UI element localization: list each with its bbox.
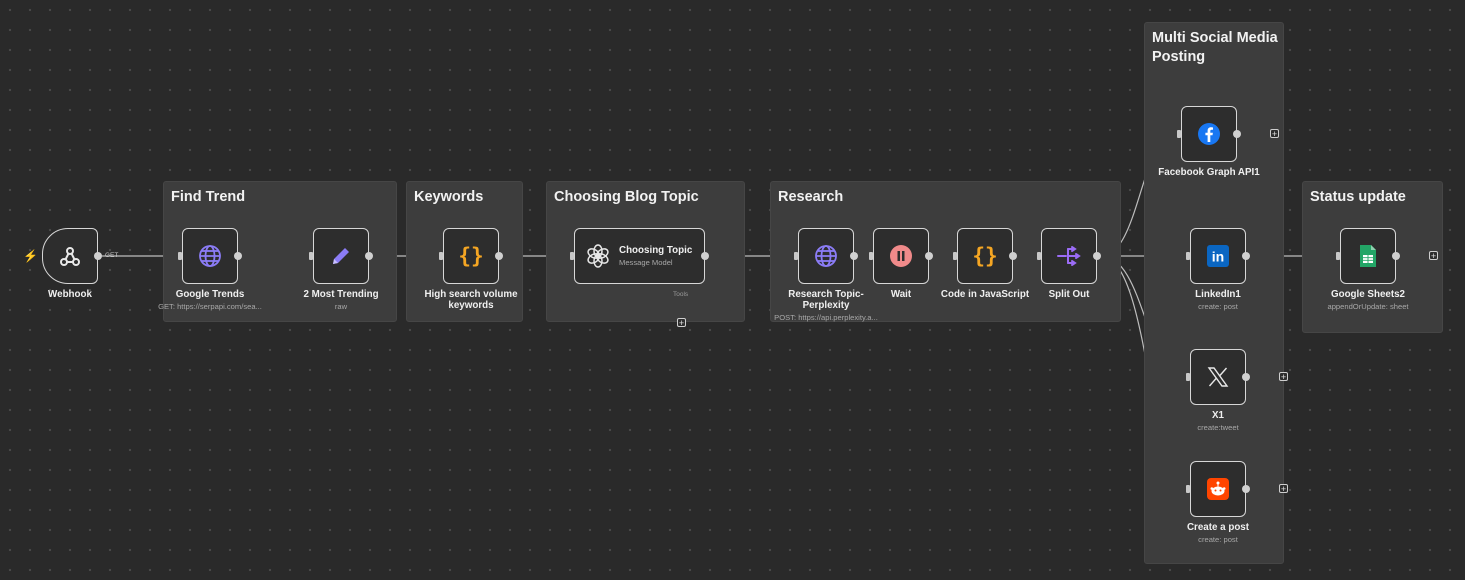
- group-title: Status update: [1310, 189, 1406, 205]
- output-handle[interactable]: [701, 252, 709, 260]
- globe-icon: [197, 243, 223, 269]
- reddit-icon: [1205, 476, 1231, 502]
- add-node-button[interactable]: +: [1279, 484, 1288, 494]
- node-research-topic-perplexity[interactable]: [798, 228, 854, 284]
- add-node-button[interactable]: +: [1429, 251, 1438, 261]
- node-subtitle: appendOrUpdate: sheet: [1327, 302, 1409, 311]
- node-label: Split Out: [1048, 289, 1090, 300]
- output-handle[interactable]: [1392, 252, 1400, 260]
- node-webhook[interactable]: [42, 228, 98, 284]
- node-wait[interactable]: [873, 228, 929, 284]
- group-title: Keywords: [414, 189, 484, 205]
- output-handle[interactable]: [1009, 252, 1017, 260]
- node-subtitle: create: post: [1198, 302, 1238, 311]
- node-google-trends[interactable]: [182, 228, 238, 284]
- node-create-a-post[interactable]: [1190, 461, 1246, 517]
- node-label: LinkedIn1: [1195, 289, 1241, 300]
- facebook-icon: [1196, 121, 1222, 147]
- node-label: Google Sheets2: [1330, 289, 1406, 300]
- node-google-sheets2[interactable]: [1340, 228, 1396, 284]
- node-label: Facebook Graph API1: [1158, 167, 1260, 178]
- code-braces-icon: {}: [458, 244, 484, 268]
- output-handle[interactable]: [94, 252, 102, 260]
- pause-icon: [888, 243, 914, 269]
- edge-label-get: GET: [105, 252, 119, 259]
- add-node-button[interactable]: +: [1270, 129, 1279, 139]
- output-handle[interactable]: [1242, 485, 1250, 493]
- output-handle[interactable]: [1093, 252, 1101, 260]
- node-code-in-javascript[interactable]: {}: [957, 228, 1013, 284]
- globe-icon: [813, 243, 839, 269]
- output-handle[interactable]: [925, 252, 933, 260]
- node-subtitle: create: post: [1198, 535, 1238, 544]
- output-handle[interactable]: [234, 252, 242, 260]
- svg-text:in: in: [1212, 249, 1224, 265]
- group-title: Multi Social Media Posting: [1152, 30, 1278, 65]
- node-2-most-trending[interactable]: [313, 228, 369, 284]
- output-handle[interactable]: [365, 252, 373, 260]
- pencil-icon: [328, 243, 354, 269]
- output-handle[interactable]: [1233, 130, 1241, 138]
- code-braces-icon: {}: [972, 244, 998, 268]
- group-title: Choosing Blog Topic: [554, 189, 699, 205]
- output-handle[interactable]: [1242, 252, 1250, 260]
- node-subtitle: POST: https://api.perplexity.a...: [774, 313, 878, 322]
- node-subtitle: Message Model: [619, 257, 673, 267]
- tools-connector-label: Tools: [673, 291, 689, 298]
- split-icon: [1056, 243, 1082, 269]
- add-node-button[interactable]: +: [1279, 372, 1288, 382]
- node-choosing-topic[interactable]: Choosing Topic Message Model: [574, 228, 705, 284]
- node-label: High search volume keywords: [424, 289, 518, 311]
- node-x1[interactable]: [1190, 349, 1246, 405]
- group-title: Research: [778, 189, 844, 205]
- add-tool-button[interactable]: +: [677, 318, 686, 328]
- google-sheets-icon: [1355, 243, 1381, 269]
- node-split-out[interactable]: [1041, 228, 1097, 284]
- node-label: Choosing Topic: [619, 244, 693, 256]
- node-subtitle: create:tweet: [1197, 423, 1239, 432]
- trigger-bolt-icon: ⚡: [23, 249, 38, 263]
- node-label: Create a post: [1186, 522, 1250, 533]
- group-title: Find Trend: [171, 189, 246, 205]
- node-high-search-volume-keywords[interactable]: {}: [443, 228, 499, 284]
- node-facebook-graph-api1[interactable]: [1181, 106, 1237, 162]
- linkedin-icon: in: [1205, 243, 1231, 269]
- output-handle[interactable]: [1242, 373, 1250, 381]
- output-handle[interactable]: [495, 252, 503, 260]
- node-linkedin1[interactable]: in: [1190, 228, 1246, 284]
- node-label: X1: [1212, 410, 1224, 421]
- output-handle[interactable]: [850, 252, 858, 260]
- openai-icon: [585, 243, 611, 269]
- x-icon: [1205, 364, 1231, 390]
- webhook-icon: [57, 243, 83, 269]
